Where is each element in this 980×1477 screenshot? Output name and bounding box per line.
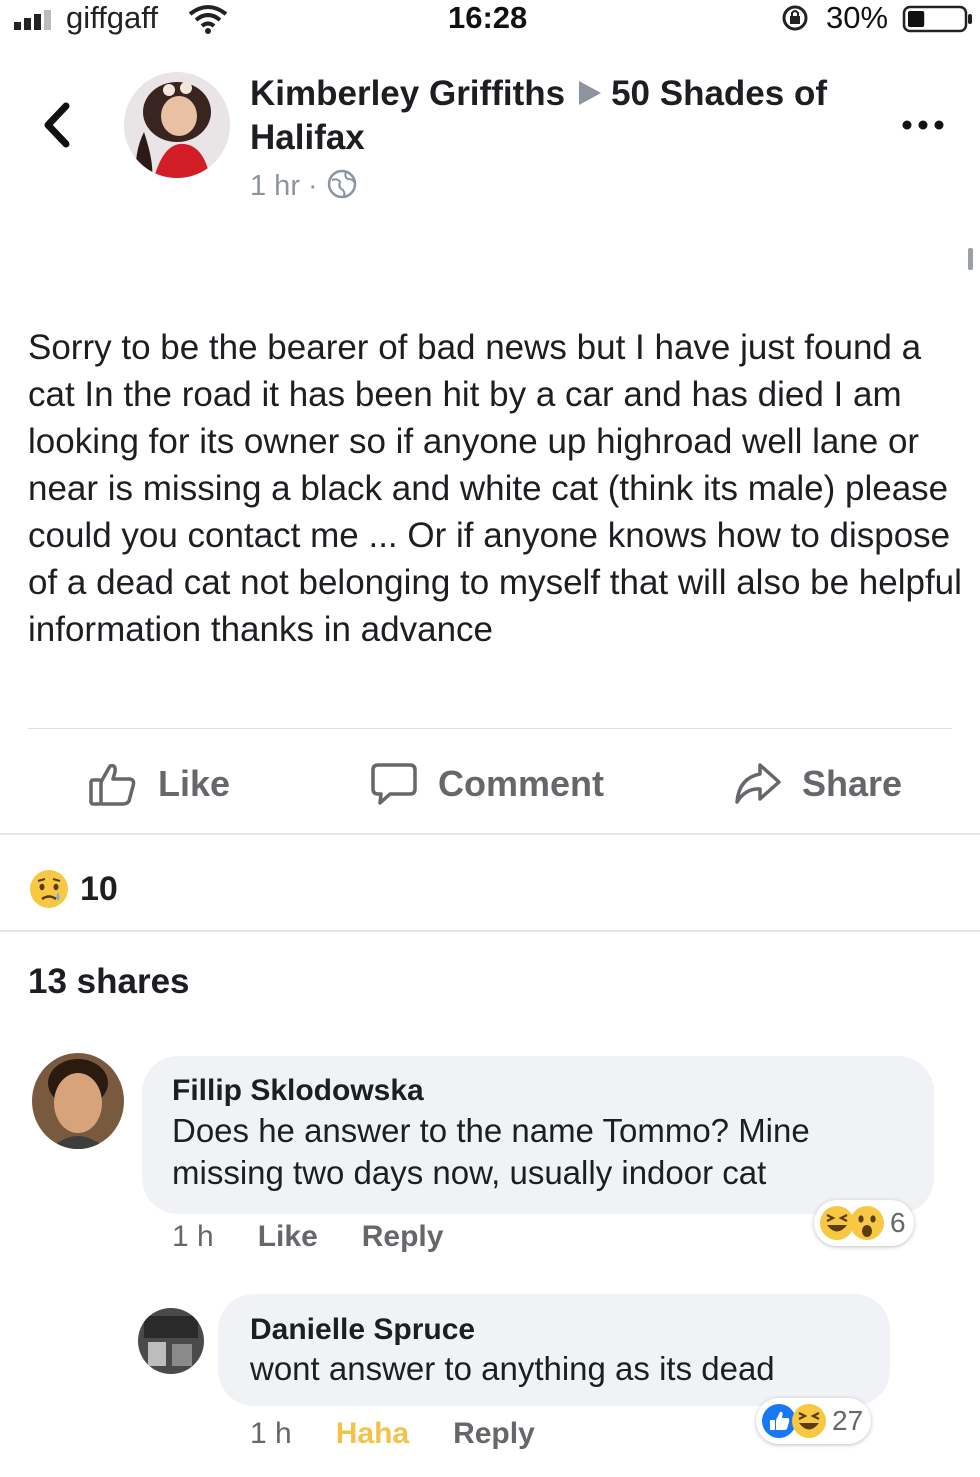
comment-like-button[interactable]: Like (258, 1220, 318, 1254)
comment-text: wont answer to anything as its dead (250, 1350, 775, 1387)
battery-icon (902, 5, 972, 33)
rotation-lock-icon (782, 5, 808, 31)
comment-reaction-count: 27 (832, 1405, 864, 1436)
signal-strength-icon (14, 10, 51, 30)
comment-haha-button[interactable]: Haha (336, 1417, 409, 1451)
comment-label: Comment (438, 763, 605, 804)
status-time: 16:28 (448, 0, 528, 35)
carrier-name: giffgaff (66, 0, 158, 35)
comment-reply-button[interactable]: Reply (453, 1417, 535, 1451)
shared-to-arrow-icon (579, 80, 602, 105)
commenter-name[interactable]: Danielle Spruce (250, 1313, 475, 1347)
laugh-emoji-icon (792, 1404, 826, 1438)
scroll-indicator (968, 248, 973, 270)
post-time[interactable]: 1 hr (250, 170, 300, 202)
post-meta: 1 hr · (250, 166, 358, 206)
wow-emoji-icon (850, 1206, 884, 1240)
author-name[interactable]: Kimberley Griffiths (250, 74, 565, 113)
commenter-avatar-image (32, 1053, 124, 1149)
shares-count[interactable]: 13 shares (28, 962, 190, 1002)
back-chevron-icon[interactable] (36, 98, 80, 152)
meta-separator: · (308, 170, 326, 202)
wifi-icon (188, 5, 228, 34)
post-body: Sorry to be the bearer of bad news but I… (28, 328, 962, 649)
like-button[interactable]: Like (88, 756, 230, 812)
commenter-name[interactable]: Fillip Sklodowska (172, 1074, 424, 1108)
divider (0, 833, 980, 835)
comment-text: Does he answer to the name Tommo? Mine m… (172, 1112, 810, 1191)
comment-reactions[interactable]: 27 (756, 1398, 872, 1444)
comment-reactions[interactable]: 6 (814, 1200, 914, 1246)
author-avatar[interactable] (124, 72, 230, 178)
comment-reaction-count: 6 (890, 1207, 906, 1238)
thumbs-up-icon (89, 763, 136, 806)
share-label: Share (802, 763, 903, 804)
divider (0, 930, 980, 932)
comment-reply-button[interactable]: Reply (362, 1220, 444, 1254)
sad-emoji-icon (30, 870, 68, 908)
comment-time: 1 h (172, 1220, 214, 1253)
reaction-summary[interactable]: 10 (28, 866, 118, 912)
comment-button[interactable]: Comment (370, 756, 604, 812)
commenter-avatar[interactable] (32, 1053, 124, 1149)
reaction-count: 10 (80, 869, 118, 908)
comment-actions: 1 h Like Reply (172, 1220, 487, 1254)
more-options-icon[interactable] (898, 110, 948, 140)
commenter-avatar-image (138, 1308, 204, 1374)
commenter-avatar[interactable] (138, 1308, 204, 1374)
share-arrow-icon (735, 763, 781, 804)
comment-actions: 1 h Haha Reply (250, 1417, 579, 1451)
like-label: Like (158, 763, 231, 804)
share-button[interactable]: Share (734, 756, 902, 812)
post-author-line: Kimberley Griffiths 50 Shades of Halifax (250, 72, 870, 160)
status-bar: giffgaff 16:28 30% (0, 0, 980, 40)
comment-bubble-icon (371, 763, 417, 805)
globe-icon (327, 170, 357, 199)
battery-percent: 30% (826, 0, 889, 35)
author-avatar-image (124, 72, 230, 178)
divider (28, 728, 952, 729)
comment-time: 1 h (250, 1417, 292, 1450)
